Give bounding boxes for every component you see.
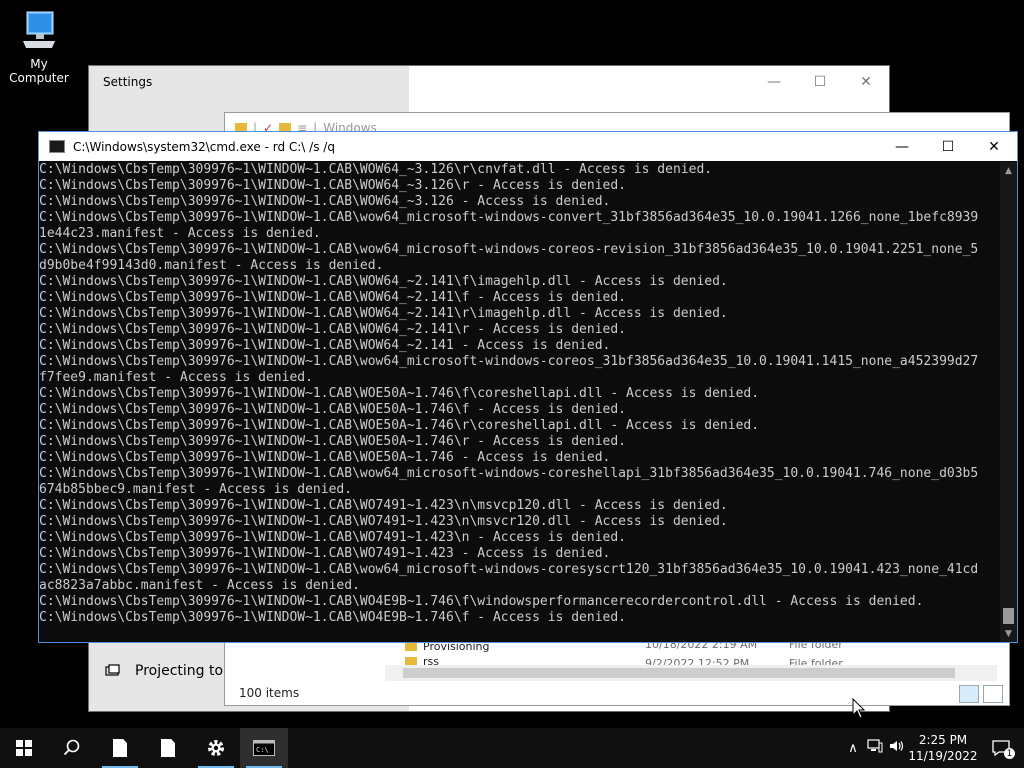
large-icons-view-button[interactable] xyxy=(983,685,1003,703)
clock[interactable]: 2:25 PM 11/19/2022 xyxy=(908,732,978,764)
taskbar-app-settings[interactable] xyxy=(192,728,240,768)
console-line: C:\Windows\CbsTemp\309976~1\WINDOW~1.CAB… xyxy=(39,434,626,449)
console-line: C:\Windows\CbsTemp\309976~1\WINDOW~1.CAB… xyxy=(39,402,626,417)
console-line: C:\Windows\CbsTemp\309976~1\WINDOW~1.CAB… xyxy=(39,178,626,193)
horizontal-scrollbar[interactable] xyxy=(385,665,997,681)
taskbar-app-document-2[interactable] xyxy=(144,728,192,768)
projector-icon xyxy=(105,664,120,676)
console-line: C:\Windows\CbsTemp\309976~1\WINDOW~1.CAB… xyxy=(39,354,979,369)
console-icon: C:\ xyxy=(253,740,275,756)
console-line: C:\Windows\CbsTemp\309976~1\WINDOW~1.CAB… xyxy=(39,194,611,209)
console-line: f7fee9.manifest - Access is denied. xyxy=(39,370,313,385)
show-hidden-icons-chevron-icon[interactable]: ∧ xyxy=(842,741,864,756)
scrollbar-thumb[interactable] xyxy=(1003,608,1014,624)
search-icon xyxy=(63,739,80,756)
scroll-up-arrow-icon[interactable]: ▲ xyxy=(1000,162,1017,179)
console-line: C:\Windows\CbsTemp\309976~1\WINDOW~1.CAB… xyxy=(39,274,728,289)
search-button[interactable] xyxy=(48,728,96,768)
console-line: C:\Windows\CbsTemp\309976~1\WINDOW~1.CAB… xyxy=(39,386,760,401)
maximize-button[interactable]: ☐ xyxy=(797,66,843,98)
console-line: C:\Windows\CbsTemp\309976~1\WINDOW~1.CAB… xyxy=(39,466,979,481)
gear-icon xyxy=(208,740,224,756)
action-center-button[interactable]: 1 xyxy=(978,728,1024,768)
minimize-button[interactable]: — xyxy=(879,132,925,161)
taskbar: C:\ ∧ 2:25 PM 11/19/2022 1 xyxy=(0,728,1024,768)
console-icon xyxy=(49,140,65,153)
minimize-button[interactable]: — xyxy=(751,66,797,98)
console-output[interactable]: C:\Windows\CbsTemp\309976~1\WINDOW~1.CAB… xyxy=(39,162,1000,642)
volume-icon[interactable] xyxy=(886,739,908,757)
console-line: C:\Windows\CbsTemp\309976~1\WINDOW~1.CAB… xyxy=(39,290,626,305)
cmd-title: C:\Windows\system32\cmd.exe - rd C:\ /s … xyxy=(73,139,335,154)
console-line: C:\Windows\CbsTemp\309976~1\WINDOW~1.CAB… xyxy=(39,498,728,513)
cmd-title-bar[interactable]: C:\Windows\system32\cmd.exe - rd C:\ /s … xyxy=(39,132,1017,161)
desktop-icon-label: My Computer xyxy=(9,57,69,85)
taskbar-app-cmd[interactable]: C:\ xyxy=(240,728,288,768)
maximize-button[interactable]: ☐ xyxy=(925,132,971,161)
mouse-cursor-icon xyxy=(852,698,866,719)
details-view-button[interactable] xyxy=(959,685,979,703)
console-line: C:\Windows\CbsTemp\309976~1\WINDOW~1.CAB… xyxy=(39,162,713,177)
console-line: C:\Windows\CbsTemp\309976~1\WINDOW~1.CAB… xyxy=(39,514,728,529)
console-line: C:\Windows\CbsTemp\309976~1\WINDOW~1.CAB… xyxy=(39,242,979,257)
svg-text:C:\: C:\ xyxy=(256,746,269,754)
close-button[interactable]: ✕ xyxy=(971,132,1017,161)
notification-badge: 1 xyxy=(1004,748,1015,759)
clock-date: 11/19/2022 xyxy=(908,749,978,763)
console-line: C:\Windows\CbsTemp\309976~1\WINDOW~1.CAB… xyxy=(39,306,728,321)
console-line: C:\Windows\CbsTemp\309976~1\WINDOW~1.CAB… xyxy=(39,530,626,545)
system-tray: ∧ 2:25 PM 11/19/2022 1 xyxy=(842,728,1024,768)
console-line: C:\Windows\CbsTemp\309976~1\WINDOW~1.CAB… xyxy=(39,322,626,337)
vertical-scrollbar[interactable]: ▲ ▼ xyxy=(1000,162,1017,642)
scrollbar-thumb[interactable] xyxy=(403,668,955,678)
console-line: C:\Windows\CbsTemp\309976~1\WINDOW~1.CAB… xyxy=(39,450,611,465)
volume-icon-svg xyxy=(890,741,904,751)
windows-logo-icon xyxy=(16,740,32,756)
console-line: ac8823a7abbc.manifest - Access is denied… xyxy=(39,578,360,593)
start-button[interactable] xyxy=(0,728,48,768)
console-line: 674b85bbec9.manifest - Access is denied. xyxy=(39,482,353,497)
console-line: C:\Windows\CbsTemp\309976~1\WINDOW~1.CAB… xyxy=(39,546,611,561)
close-button[interactable]: ✕ xyxy=(843,66,889,98)
console-line: C:\Windows\CbsTemp\309976~1\WINDOW~1.CAB… xyxy=(39,418,760,433)
console-line: C:\Windows\CbsTemp\309976~1\WINDOW~1.CAB… xyxy=(39,338,611,353)
scroll-down-arrow-icon[interactable]: ▼ xyxy=(1000,625,1017,642)
folder-icon xyxy=(405,657,417,665)
console-line: 1e44c23.manifest - Access is denied. xyxy=(39,226,321,241)
my-computer-desktop-icon[interactable]: My Computer xyxy=(0,8,78,85)
document-icon xyxy=(113,739,127,757)
status-item-count: 100 items xyxy=(239,686,300,700)
cmd-window[interactable]: C:\Windows\system32\cmd.exe - rd C:\ /s … xyxy=(38,131,1018,643)
projecting-nav-item[interactable]: Projecting to th xyxy=(105,663,242,679)
network-icon[interactable] xyxy=(864,739,886,757)
console-line: d9b0be4f99143d0.manifest - Access is den… xyxy=(39,258,384,273)
console-line: C:\Windows\CbsTemp\309976~1\WINDOW~1.CAB… xyxy=(39,610,626,625)
view-toggle xyxy=(959,685,1003,703)
console-line: C:\Windows\CbsTemp\309976~1\WINDOW~1.CAB… xyxy=(39,210,979,225)
settings-caption-buttons: — ☐ ✕ xyxy=(751,66,889,98)
clock-time: 2:25 PM xyxy=(918,733,968,747)
console-line: C:\Windows\CbsTemp\309976~1\WINDOW~1.CAB… xyxy=(39,594,924,609)
taskbar-app-document-1[interactable] xyxy=(96,728,144,768)
network-icon-svg xyxy=(867,739,883,753)
document-icon xyxy=(161,739,175,757)
console-line: C:\Windows\CbsTemp\309976~1\WINDOW~1.CAB… xyxy=(39,562,979,577)
cmd-caption-buttons: — ☐ ✕ xyxy=(879,132,1017,161)
computer-icon xyxy=(23,11,55,48)
list-item[interactable]: rss 9/2/2022 12:52 PM File folder xyxy=(405,657,1009,665)
settings-title: Settings xyxy=(103,75,153,89)
